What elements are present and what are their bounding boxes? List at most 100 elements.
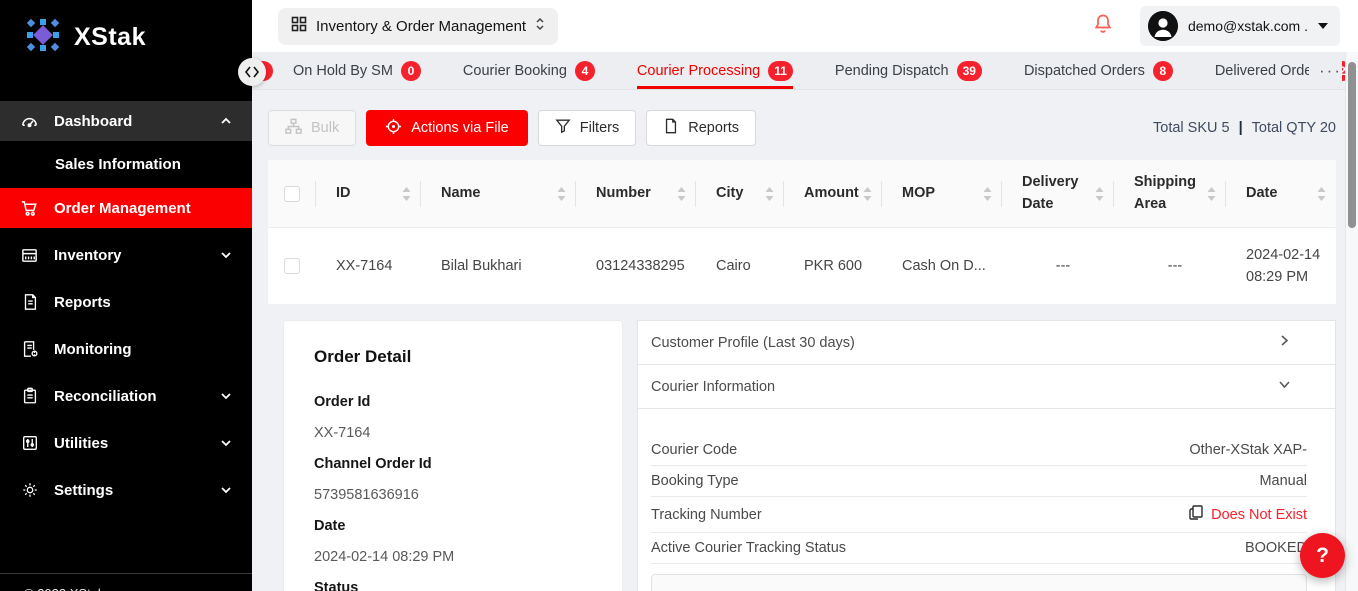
tab-courier-processing[interactable]: Courier Processing 11 bbox=[637, 52, 793, 89]
sidebar-item-order-management[interactable]: Order Management bbox=[0, 188, 252, 228]
sort-carets-icon[interactable] bbox=[1317, 187, 1326, 201]
sidebar-collapse-toggle[interactable] bbox=[238, 58, 266, 86]
status-label: Status bbox=[314, 577, 592, 591]
cell-name: Bilal Bukhari bbox=[421, 247, 576, 285]
column-header-amount[interactable]: Amount bbox=[784, 172, 882, 216]
customer-profile-title: Customer Profile (Last 30 days) bbox=[651, 335, 855, 351]
tab-pending-dispatch[interactable]: Pending Dispatch 39 bbox=[835, 52, 982, 89]
sidebar-item-utilities[interactable]: Utilities bbox=[0, 423, 252, 463]
tracking-number-value-wrap: Does Not Exist bbox=[1189, 505, 1307, 524]
column-header-shipping-area[interactable]: Shipping Area bbox=[1114, 166, 1226, 220]
tracking-number-value: Does Not Exist bbox=[1211, 507, 1307, 523]
sort-carets-icon[interactable] bbox=[1095, 187, 1104, 201]
column-header-number[interactable]: Number bbox=[576, 172, 696, 216]
column-label: Shipping Area bbox=[1134, 172, 1196, 214]
column-header-mop[interactable]: MOP bbox=[882, 172, 1002, 216]
cell-date: 2024-02-14 08:29 PM bbox=[1226, 236, 1336, 297]
sort-carets-icon[interactable] bbox=[677, 187, 686, 201]
sidebar-item-sales-information[interactable]: Sales Information bbox=[0, 148, 252, 180]
copy-icon[interactable] bbox=[1189, 505, 1203, 524]
user-menu[interactable]: demo@xstak.com . bbox=[1140, 6, 1340, 46]
filters-button[interactable]: Filters bbox=[538, 110, 636, 146]
chevron-right-icon bbox=[1278, 334, 1291, 351]
gear-icon bbox=[20, 481, 39, 500]
courier-code-value: Other-XStak XAP- bbox=[1189, 442, 1307, 458]
tab-count-badge: 4 bbox=[575, 61, 595, 81]
sidebar: XStak Dashboard Sales Information bbox=[0, 0, 252, 591]
sort-carets-icon[interactable] bbox=[557, 187, 566, 201]
courier-information-accordion[interactable]: Courier Information bbox=[638, 365, 1335, 409]
sidebar-item-label: Order Management bbox=[54, 200, 191, 217]
orders-table: ID Name Number City bbox=[268, 160, 1336, 305]
date-label: Date bbox=[314, 515, 592, 537]
tab-courier-booking[interactable]: Courier Booking 4 bbox=[463, 52, 595, 89]
column-label: Name bbox=[441, 183, 481, 204]
total-sku: Total SKU 5 bbox=[1153, 120, 1230, 136]
cell-city: Cairo bbox=[696, 247, 784, 285]
tabs-more-button[interactable]: ··· bbox=[1309, 52, 1342, 89]
sort-carets-icon[interactable] bbox=[983, 187, 992, 201]
order-id-value: XX-7164 bbox=[314, 422, 592, 444]
sidebar-item-label: Dashboard bbox=[54, 113, 132, 130]
workspace-label: Inventory & Order Management bbox=[316, 18, 526, 35]
select-all-checkbox[interactable] bbox=[284, 186, 300, 202]
tracking-status-value: BOOKED bbox=[1245, 540, 1307, 556]
sidebar-item-label: Monitoring bbox=[54, 341, 131, 358]
sort-carets-icon[interactable] bbox=[1207, 187, 1216, 201]
bell-icon[interactable] bbox=[1092, 12, 1114, 41]
chevron-down-icon bbox=[220, 437, 232, 449]
cell-mop: Cash On D... bbox=[882, 247, 1002, 285]
sidebar-item-dashboard[interactable]: Dashboard bbox=[0, 101, 252, 141]
storefront-icon bbox=[20, 246, 39, 265]
caret-down-icon bbox=[1318, 23, 1328, 29]
tab-label: Courier Booking bbox=[463, 63, 567, 79]
customer-profile-accordion[interactable]: Customer Profile (Last 30 days) bbox=[638, 321, 1335, 365]
tab-on-hold-by-sm[interactable]: On Hold By SM 0 bbox=[293, 52, 421, 89]
sort-carets-icon[interactable] bbox=[402, 187, 411, 201]
column-header-city[interactable]: City bbox=[696, 172, 784, 216]
courier-code-row: Courier Code Other-XStak XAP- bbox=[651, 435, 1307, 466]
help-button[interactable]: ? bbox=[1300, 533, 1345, 578]
tab-count-badge: 39 bbox=[957, 61, 982, 81]
sidebar-item-reconciliation[interactable]: Reconciliation bbox=[0, 376, 252, 416]
column-header-id[interactable]: ID bbox=[316, 172, 421, 216]
column-header-date[interactable]: Date bbox=[1226, 172, 1336, 216]
column-label: Date bbox=[1246, 183, 1277, 204]
column-header-delivery-date[interactable]: Delivery Date bbox=[1002, 166, 1114, 220]
bulk-button[interactable]: Bulk bbox=[268, 110, 356, 146]
scrollbar-thumb[interactable] bbox=[1348, 62, 1356, 228]
file-icon bbox=[663, 118, 679, 138]
gauge-icon bbox=[20, 112, 39, 131]
sort-carets-icon[interactable] bbox=[863, 187, 872, 201]
sidebar-item-inventory[interactable]: Inventory bbox=[0, 235, 252, 275]
target-icon bbox=[385, 118, 402, 139]
workspace-selector[interactable]: Inventory & Order Management bbox=[278, 8, 558, 45]
bulk-label: Bulk bbox=[311, 120, 339, 136]
tracking-status-label: Active Courier Tracking Status bbox=[651, 540, 846, 556]
sidebar-item-label: Reports bbox=[54, 294, 111, 311]
filters-label: Filters bbox=[580, 120, 619, 136]
row-checkbox[interactable] bbox=[284, 258, 300, 274]
topbar-right: demo@xstak.com . bbox=[1092, 6, 1340, 46]
sidebar-footer: © 2023 XStak bbox=[0, 573, 252, 591]
tab-dispatched-orders[interactable]: Dispatched Orders 8 bbox=[1024, 52, 1173, 89]
column-label: Delivery Date bbox=[1022, 172, 1084, 214]
sidebar-item-reports[interactable]: Reports bbox=[0, 282, 252, 322]
reports-label: Reports bbox=[688, 120, 739, 136]
actions-via-file-button[interactable]: Actions via File bbox=[366, 110, 528, 146]
table-row[interactable]: XX-7164 Bilal Bukhari 03124338295 Cairo … bbox=[268, 228, 1336, 305]
cell-amount: PKR 600 bbox=[784, 247, 882, 285]
column-label: Amount bbox=[804, 183, 859, 204]
app-window: XStak Dashboard Sales Information bbox=[0, 0, 1358, 591]
column-header-name[interactable]: Name bbox=[421, 172, 576, 216]
column-label: MOP bbox=[902, 183, 935, 204]
sort-carets-icon[interactable] bbox=[765, 187, 774, 201]
user-email: demo@xstak.com . bbox=[1188, 18, 1308, 34]
reports-button[interactable]: Reports bbox=[646, 110, 756, 146]
cell-number: 03124338295 bbox=[576, 247, 696, 285]
courier-panel: Customer Profile (Last 30 days) Courier … bbox=[637, 320, 1336, 591]
vertical-scrollbar[interactable] bbox=[1345, 52, 1358, 591]
sidebar-item-settings[interactable]: Settings bbox=[0, 470, 252, 510]
sidebar-item-monitoring[interactable]: Monitoring bbox=[0, 329, 252, 369]
total-qty: Total QTY 20 bbox=[1252, 120, 1336, 136]
